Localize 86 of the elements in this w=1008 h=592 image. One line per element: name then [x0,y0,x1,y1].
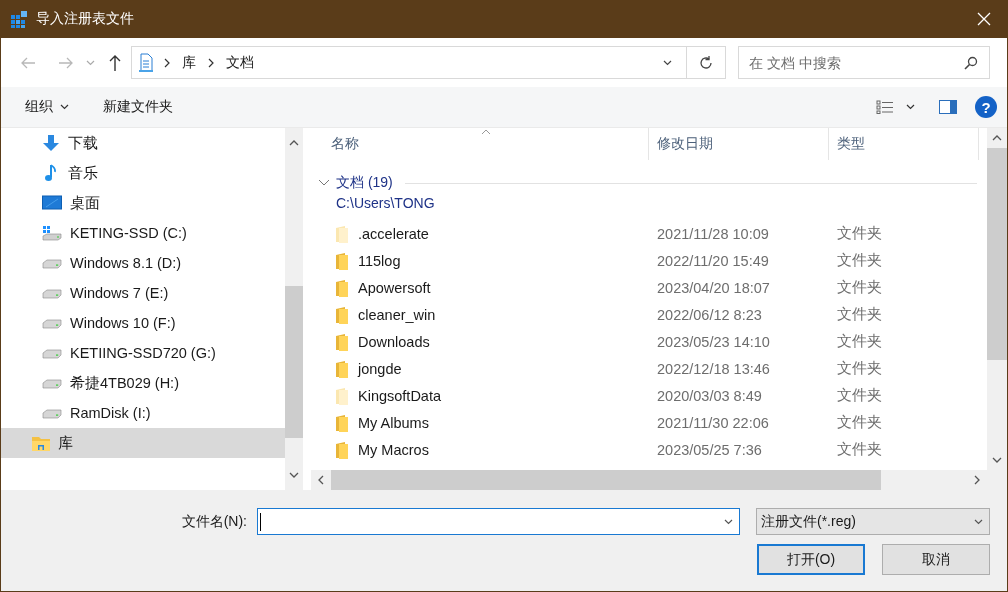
drive-icon [42,257,62,269]
list-view-icon[interactable] [876,100,894,114]
date-cell-text: 2023/04/20 18:07 [656,279,771,296]
file-name[interactable]: KingsoftData [358,387,442,404]
folder-path: C:\Users\TONG [335,194,436,213]
file-name[interactable]: My Macros [358,441,429,458]
sidebar-item[interactable]: KETIING-SSD720 (G:) [1,338,285,368]
sidebar-item[interactable]: RamDisk (I:) [1,398,285,428]
chevron-icon [208,57,214,68]
type-cell-text: 文件夹 [836,332,883,351]
type-cell-text: 文件夹 [836,278,883,297]
date-cell-text: 2023/05/23 14:10 [656,333,771,350]
dialog-button[interactable]: 打开(O) [757,544,865,575]
view-caret-icon[interactable] [906,104,915,110]
file-type-dropdown[interactable]: 注册文件(*.reg) [756,508,990,535]
type-cell-text: 文件夹 [836,413,883,432]
date-cell-text: 2022/06/12 8:23 [656,306,763,323]
document-icon [138,52,154,73]
scrollbar-thumb[interactable] [331,470,881,490]
file-name[interactable]: cleaner_win [358,306,436,323]
drive-icon [42,317,62,329]
date-cell-text: 2020/03/03 8:49 [656,387,763,404]
sidebar-item[interactable]: 桌面 [1,188,285,218]
sidebar-item[interactable]: 库 [1,428,285,458]
breadcrumb[interactable]: 库 [180,53,198,72]
type-cell-text: 文件夹 [836,305,883,324]
drive-icon [42,377,62,389]
organize-button[interactable]: 组织 [15,94,79,120]
down-arrow-icon [42,134,60,152]
date-cell-text: 2022/12/18 13:46 [656,360,771,377]
date-cell-text: 2022/11/20 15:49 [656,252,770,269]
address-bar[interactable]: 库 文档 [131,46,726,79]
scrollbar-thumb[interactable] [285,286,303,438]
date-cell-text: 2021/11/28 10:09 [656,225,770,242]
up-arrow-icon[interactable] [108,53,122,72]
dialog-button[interactable]: 取消 [882,544,990,575]
breadcrumb[interactable]: 文档 [224,53,256,72]
preview-pane-icon[interactable] [939,100,957,114]
dropdown-caret-icon[interactable] [974,518,983,525]
drive-icon [42,225,62,241]
chevron-icon [164,57,170,68]
folder-icon [32,435,50,451]
drive-icon [42,407,62,419]
dropdown-caret-icon[interactable] [662,59,672,66]
dropdown-caret-icon[interactable] [724,518,733,525]
window-title: 导入注册表文件 [36,10,135,28]
sidebar-item[interactable]: Windows 7 (E:) [1,278,285,308]
drive-icon [42,347,62,359]
help-button[interactable]: ? [975,96,997,118]
search-field[interactable]: 在 文档 中搜索 [738,46,990,79]
file-name-label: 文件名(N): [181,512,247,531]
close-icon[interactable] [977,12,991,26]
sidebar-item[interactable]: 下载 [1,128,285,158]
scrollbar-thumb[interactable] [987,148,1007,360]
group-header[interactable]: 文档 (19) [336,174,393,192]
caret-icon[interactable] [60,104,69,110]
type-cell-text: 文件夹 [836,440,883,459]
file-name[interactable]: jongde [358,360,402,377]
type-cell-text: 文件夹 [836,224,883,243]
monitor-icon [42,195,62,211]
file-name[interactable]: Downloads [358,333,430,350]
date-cell-text: 2023/05/25 7:36 [656,441,763,458]
refresh-icon[interactable] [698,54,714,71]
sidebar-item[interactable]: 音乐 [1,158,285,188]
type-cell-text: 文件夹 [836,251,883,270]
drive-icon [42,287,62,299]
file-name-field[interactable] [257,508,740,535]
file-name[interactable]: 115log [358,252,401,269]
file-name[interactable]: Apowersoft [358,279,431,296]
column-header[interactable]: 类型 [829,128,979,160]
file-name[interactable]: .accelerate [358,225,429,242]
sort-caret-icon [481,129,491,135]
sidebar-item[interactable]: Windows 8.1 (D:) [1,248,285,278]
sidebar-item[interactable]: Windows 10 (F:) [1,308,285,338]
column-header[interactable]: 名称 [311,128,649,160]
file-name[interactable]: My Albums [358,414,429,431]
type-cell-text: 文件夹 [836,386,883,405]
search-icon[interactable] [964,56,978,70]
sidebar-item[interactable]: 希捷4TB029 (H:) [1,368,285,398]
new-folder-button[interactable]: 新建文件夹 [93,94,183,120]
sidebar-item[interactable]: KETING-SSD (C:) [1,218,285,248]
chevron-icon[interactable] [318,179,330,187]
column-header[interactable]: 修改日期 [649,128,829,160]
registry-icon [10,10,28,28]
type-cell-text: 文件夹 [836,359,883,378]
date-cell-text: 2021/11/30 22:06 [656,414,770,431]
